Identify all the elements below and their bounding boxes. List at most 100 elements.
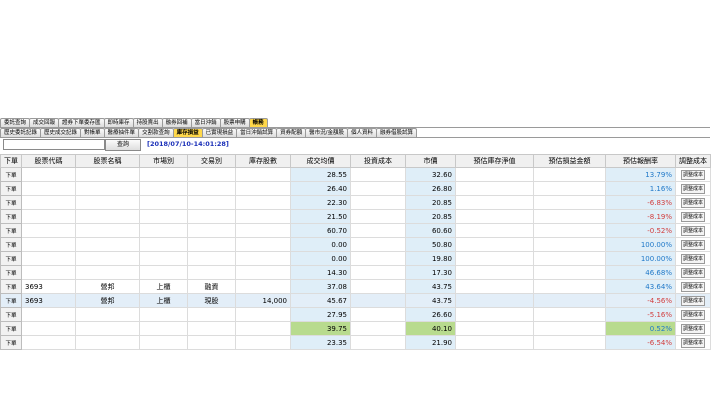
column-header[interactable]: 預估報酬率: [605, 154, 676, 168]
main-tab[interactable]: 股票申購: [219, 118, 250, 127]
cell-market: [139, 209, 188, 224]
order-button[interactable]: 下單: [0, 335, 22, 350]
order-button[interactable]: 下單: [0, 195, 22, 210]
search-input[interactable]: [3, 139, 105, 150]
order-button[interactable]: 下單: [0, 321, 22, 336]
order-button[interactable]: 下單: [0, 251, 22, 266]
adjust-cost-button[interactable]: 調整成本: [680, 253, 705, 264]
table-row[interactable]: 下單 3693 營邦 上櫃 現股 14,000 45.67 43.75 -4.56% 調整成本: [0, 293, 711, 308]
cell-shares: [235, 195, 291, 210]
order-button[interactable]: 下單: [0, 237, 22, 252]
column-header[interactable]: 股票代碼: [21, 154, 76, 168]
main-tab[interactable]: 帳務: [248, 118, 268, 127]
table-row[interactable]: 下單 14.30 17.30 46.68% 調整成本: [0, 265, 711, 280]
column-header[interactable]: 成交均價: [290, 154, 351, 168]
main-tab[interactable]: 當日沖銷: [190, 118, 221, 127]
column-header[interactable]: 投資成本: [350, 154, 406, 168]
sub-tab[interactable]: 資券配額: [276, 128, 307, 137]
cell-cost: [350, 181, 406, 196]
adjust-cost-button[interactable]: 調整成本: [680, 183, 705, 194]
sub-tab[interactable]: 對帳單: [80, 128, 105, 137]
cell-pnl: [533, 335, 606, 350]
column-header[interactable]: 下單: [0, 154, 22, 168]
sub-tab[interactable]: 歷史委託記錄: [0, 128, 42, 137]
cell-shares: [235, 307, 291, 322]
adjust-cost-button[interactable]: 調整成本: [680, 239, 705, 250]
cell-name: [75, 237, 140, 252]
table-row[interactable]: 下單 26.40 26.80 1.16% 調整成本: [0, 181, 711, 196]
table-row[interactable]: 下單 22.30 20.85 -6.83% 調整成本: [0, 195, 711, 210]
sub-tab[interactable]: 當日沖銷試算: [236, 128, 278, 137]
sub-tab[interactable]: 個人資料: [347, 128, 378, 137]
cell-ret: 100.00%: [605, 237, 676, 252]
cell-pnl: [533, 209, 606, 224]
main-tab[interactable]: 融券回補: [161, 118, 192, 127]
column-header[interactable]: 股票名稱: [75, 154, 140, 168]
table-row[interactable]: 下單 60.70 60.60 -0.52% 調整成本: [0, 223, 711, 238]
column-header[interactable]: 預估庫存淨值: [455, 154, 534, 168]
sub-tab[interactable]: 歷史成交記錄: [40, 128, 82, 137]
table-row[interactable]: 下單 3693 營邦 上櫃 融資 37.08 43.75 43.64% 調整成本: [0, 279, 711, 294]
order-button[interactable]: 下單: [0, 293, 22, 308]
main-tab[interactable]: 成交回報: [29, 118, 60, 127]
cell-price: 21.90: [405, 335, 456, 350]
order-button[interactable]: 下單: [0, 181, 22, 196]
order-button[interactable]: 下單: [0, 167, 22, 182]
cell-trade: [187, 195, 236, 210]
adjust-cost-button[interactable]: 調整成本: [680, 225, 705, 236]
main-tab[interactable]: 即時庫存: [103, 118, 134, 127]
table-row[interactable]: 下單 27.95 26.60 -5.16% 調整成本: [0, 307, 711, 322]
query-toolbar: 查詢 [2018/07/10-14:01:28]: [0, 138, 710, 152]
main-tab[interactable]: 證券下單委存匯: [58, 118, 105, 127]
adjust-cost-button[interactable]: 調整成本: [680, 211, 705, 222]
table-row[interactable]: 下單 0.00 19.80 100.00% 調整成本: [0, 251, 711, 266]
sub-tab[interactable]: 交割款查詢: [138, 128, 174, 137]
adjust-cost-button[interactable]: 調整成本: [680, 337, 705, 348]
sub-tab[interactable]: 已實現損益: [201, 128, 238, 137]
cell-cost: [350, 279, 406, 294]
table-header: 下單 股票代碼 股票名稱 市場別 交易別 庫存股數 成交均價 投資成本 市價 預估庫存淨值 預估損益…: [0, 154, 711, 168]
cell-shares: [235, 167, 291, 182]
query-button[interactable]: 查詢: [105, 139, 141, 151]
adjust-cost-button[interactable]: 調整成本: [680, 295, 705, 306]
cell-avg: 45.67: [290, 293, 351, 308]
column-header[interactable]: 庫存股數: [235, 154, 291, 168]
main-tab[interactable]: 委託查詢: [0, 118, 31, 127]
adjust-cost-button[interactable]: 調整成本: [680, 309, 705, 320]
cell-price: 40.10: [405, 321, 456, 336]
adjust-cost-button[interactable]: 調整成本: [680, 267, 705, 278]
column-header[interactable]: 交易別: [187, 154, 236, 168]
sub-tab[interactable]: 醫市況/金額股: [305, 128, 348, 137]
order-button[interactable]: 下單: [0, 265, 22, 280]
sub-tab[interactable]: 庫存損益: [172, 128, 203, 137]
order-button[interactable]: 下單: [0, 307, 22, 322]
column-header[interactable]: 市價: [405, 154, 456, 168]
cell-price: 19.80: [405, 251, 456, 266]
table-row[interactable]: 下單 0.00 50.80 100.00% 調整成本: [0, 237, 711, 252]
table-row[interactable]: 下單 39.75 40.10 0.52% 調整成本: [0, 321, 711, 336]
adjust-cost-button[interactable]: 調整成本: [680, 323, 705, 334]
order-button[interactable]: 下單: [0, 209, 22, 224]
cell-nav: [455, 223, 534, 238]
sub-tab[interactable]: 融券借股試算: [376, 128, 418, 137]
cell-adj: 調整成本: [675, 265, 711, 280]
column-header[interactable]: 市場別: [139, 154, 188, 168]
column-header[interactable]: 預估損益金額: [533, 154, 606, 168]
cell-code: [21, 181, 76, 196]
adjust-cost-button[interactable]: 調整成本: [680, 281, 705, 292]
cell-code: [21, 265, 76, 280]
cell-shares: [235, 237, 291, 252]
cell-price: 43.75: [405, 293, 456, 308]
table-row[interactable]: 下單 23.35 21.90 -6.54% 調整成本: [0, 335, 711, 350]
adjust-cost-button[interactable]: 調整成本: [680, 197, 705, 208]
table-row[interactable]: 下單 21.50 20.85 -8.19% 調整成本: [0, 209, 711, 224]
main-tab[interactable]: 持股賣出: [132, 118, 163, 127]
order-button[interactable]: 下單: [0, 279, 22, 294]
cell-name: [75, 265, 140, 280]
order-button[interactable]: 下單: [0, 223, 22, 238]
cell-name: 營邦: [75, 293, 140, 308]
column-header[interactable]: 調整成本: [675, 154, 711, 168]
adjust-cost-button[interactable]: 調整成本: [680, 169, 705, 180]
table-row[interactable]: 下單 28.55 32.60 13.79% 調整成本: [0, 167, 711, 182]
sub-tab[interactable]: 醫療抽件單: [103, 128, 140, 137]
